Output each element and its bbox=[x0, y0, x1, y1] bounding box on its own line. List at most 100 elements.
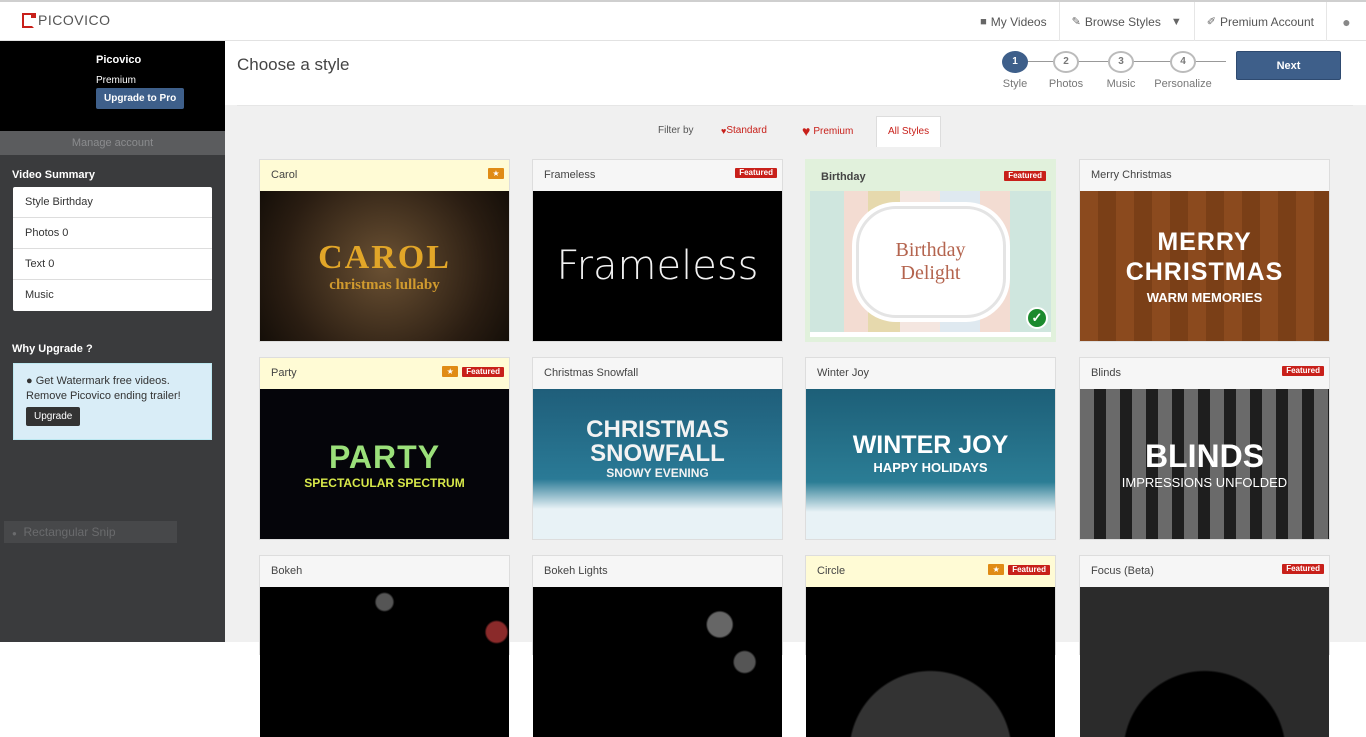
filter-all-styles[interactable]: All Styles bbox=[876, 116, 942, 147]
why-upgrade-text: Get Watermark free videos. Remove Picovi… bbox=[26, 375, 181, 402]
step-label: Photos bbox=[1048, 78, 1084, 90]
summary-style[interactable]: Style Birthday bbox=[13, 187, 212, 218]
upgrade-to-pro-button[interactable]: Upgrade to Pro bbox=[96, 88, 185, 109]
step-style[interactable]: 1 Style bbox=[990, 51, 1040, 90]
why-upgrade-box: ● Get Watermark free videos. Remove Pico… bbox=[13, 363, 212, 440]
wizard-steps: 1 Style 2 Photos 3 Music 4 Personalize bbox=[990, 51, 1230, 91]
video-camera-icon: ■ bbox=[980, 15, 987, 28]
style-name: Circle bbox=[817, 565, 846, 577]
filter-bar: Filter by ♥ Standard ♥ Premium All Style… bbox=[237, 105, 1353, 147]
featured-badge: Featured bbox=[1282, 366, 1324, 376]
top-bar: PICOVICO ■ My Videos ✎ Browse Styles ▼ ✐… bbox=[0, 0, 1366, 41]
label-frame: Birthday Delight bbox=[855, 205, 1006, 318]
step-music[interactable]: 3 Music bbox=[1096, 51, 1146, 90]
picovico-logo[interactable]: PICOVICO bbox=[22, 12, 110, 28]
card-header: Party ★ Featured bbox=[260, 358, 509, 389]
snip-label: Rectangular Snip bbox=[23, 525, 116, 539]
featured-badge: Featured bbox=[1282, 564, 1324, 574]
card-header: Focus (Beta) Featured bbox=[1080, 556, 1329, 587]
step-number: 3 bbox=[1108, 51, 1134, 73]
style-card-carol[interactable]: Carol ★ CAROL christmas lullaby bbox=[259, 159, 510, 342]
style-card-frameless[interactable]: Frameless Featured Frameless bbox=[532, 159, 783, 342]
thumb-title: CHRISTMAS bbox=[586, 416, 729, 443]
style-card-focus-beta[interactable]: Focus (Beta) Featured bbox=[1079, 555, 1330, 737]
user-icon: ● bbox=[1342, 13, 1351, 30]
thumb-subtitle: SPECTACULAR SPECTRUM bbox=[304, 475, 465, 490]
filter-standard[interactable]: ♥ Standard bbox=[721, 125, 767, 136]
style-thumbnail: CHRISTMAS SNOWFALL SNOWY EVENING bbox=[533, 389, 782, 539]
caret-down-icon: ▼ bbox=[1170, 15, 1182, 28]
snip-icon: ● bbox=[12, 529, 17, 538]
thumb-subtitle: Delight bbox=[900, 261, 961, 284]
card-header: Bokeh Lights bbox=[533, 556, 782, 587]
why-upgrade-heading: Why Upgrade ? bbox=[12, 343, 93, 355]
featured-badge: Featured bbox=[735, 168, 777, 178]
thumb-title: MERRY bbox=[1157, 228, 1252, 256]
thumb-title: Frameless bbox=[556, 243, 759, 289]
style-thumbnail bbox=[806, 587, 1055, 737]
manage-account-link[interactable]: Manage account bbox=[0, 131, 225, 155]
magic-wand-icon: ✎ bbox=[1071, 16, 1081, 28]
thumb-title: CAROL bbox=[318, 238, 451, 276]
featured-badge: Featured bbox=[462, 366, 504, 377]
step-label: Music bbox=[1106, 78, 1136, 90]
style-name: Frameless bbox=[544, 169, 596, 181]
style-thumbnail bbox=[533, 587, 782, 737]
thumb-title: WINTER JOY bbox=[852, 431, 1009, 459]
style-card-bokeh-lights[interactable]: Bokeh Lights bbox=[532, 555, 783, 737]
style-thumbnail: MERRY CHRISTMAS WARM MEMORIES bbox=[1080, 191, 1329, 341]
style-thumbnail: Frameless bbox=[533, 191, 782, 341]
selected-check-icon: ✓ bbox=[1026, 307, 1048, 329]
summary-text[interactable]: Text 0 bbox=[13, 249, 212, 280]
premium-account-label: Premium Account bbox=[1219, 14, 1314, 29]
page-header: Choose a style 1 Style 2 Photos 3 Music … bbox=[225, 41, 1366, 105]
style-thumbnail bbox=[1080, 587, 1329, 737]
featured-badge: Featured bbox=[1008, 564, 1050, 575]
user-menu[interactable]: ● bbox=[1326, 2, 1366, 41]
summary-music[interactable]: Music bbox=[13, 280, 212, 311]
step-photos[interactable]: 2 Photos bbox=[1041, 51, 1091, 90]
next-button[interactable]: Next bbox=[1236, 51, 1341, 80]
thumb-title: Birthday bbox=[895, 238, 966, 261]
thumb-subtitle: SNOWY EVENING bbox=[606, 466, 709, 480]
account-plan: Premium bbox=[96, 75, 137, 86]
style-card-christmas-snowfall[interactable]: Christmas Snowfall CHRISTMAS SNOWFALL SN… bbox=[532, 357, 783, 540]
heart-icon: ♥ bbox=[802, 123, 811, 139]
rectangular-snip-overlay: ● Rectangular Snip bbox=[4, 521, 177, 543]
step-number: 4 bbox=[1170, 51, 1196, 73]
thumb-title-2: CHRISTMAS bbox=[1125, 258, 1284, 286]
card-header: Blinds Featured bbox=[1080, 358, 1329, 389]
style-card-winter-joy[interactable]: Winter Joy WINTER JOY HAPPY HOLIDAYS bbox=[805, 357, 1056, 540]
style-thumbnail: Birthday Delight ✓ bbox=[810, 191, 1051, 332]
style-card-party[interactable]: Party ★ Featured PARTY SPECTACULAR SPECT… bbox=[259, 357, 510, 540]
step-personalize[interactable]: 4 Personalize bbox=[1148, 51, 1218, 90]
style-card-merry-christmas[interactable]: Merry Christmas MERRY CHRISTMAS WARM MEM… bbox=[1079, 159, 1330, 342]
my-videos-link[interactable]: ■ My Videos bbox=[968, 2, 1058, 41]
style-card-circle[interactable]: Circle ★ Featured bbox=[805, 555, 1056, 737]
video-summary-heading: Video Summary bbox=[12, 169, 95, 181]
star-icon: ★ bbox=[988, 564, 1005, 575]
summary-photos[interactable]: Photos 0 bbox=[13, 218, 212, 249]
style-card-bokeh[interactable]: Bokeh bbox=[259, 555, 510, 737]
style-name: Party bbox=[271, 367, 297, 379]
thumb-subtitle: IMPRESSIONS UNFOLDED bbox=[1121, 475, 1288, 490]
style-card-birthday[interactable]: Birthday Featured Birthday Delight ✓ bbox=[805, 159, 1056, 342]
filter-label: Filter by bbox=[658, 125, 694, 136]
style-name: Blinds bbox=[1091, 367, 1121, 379]
step-label: Personalize bbox=[1154, 78, 1212, 90]
style-name: Bokeh Lights bbox=[544, 565, 608, 577]
style-name: Carol bbox=[271, 169, 298, 181]
upgrade-button[interactable]: Upgrade bbox=[26, 407, 81, 426]
sidebar: Picovico Premium Upgrade to Pro Manage a… bbox=[0, 41, 225, 642]
style-name: Bokeh bbox=[271, 565, 303, 577]
pencil-icon: ✐ bbox=[1206, 16, 1216, 28]
filter-premium[interactable]: ♥ Premium bbox=[802, 123, 853, 139]
premium-account-link[interactable]: ✐ Premium Account bbox=[1193, 2, 1326, 41]
style-card-blinds[interactable]: Blinds Featured BLINDS IMPRESSIONS UNFOL… bbox=[1079, 357, 1330, 540]
style-name: Birthday bbox=[821, 171, 866, 183]
star-icon: ★ bbox=[488, 168, 504, 179]
browse-styles-dropdown[interactable]: ✎ Browse Styles ▼ bbox=[1058, 2, 1194, 41]
style-name: Focus (Beta) bbox=[1091, 565, 1154, 577]
video-summary-list: Style Birthday Photos 0 Text 0 Music bbox=[13, 187, 212, 311]
style-name: Winter Joy bbox=[817, 367, 869, 379]
